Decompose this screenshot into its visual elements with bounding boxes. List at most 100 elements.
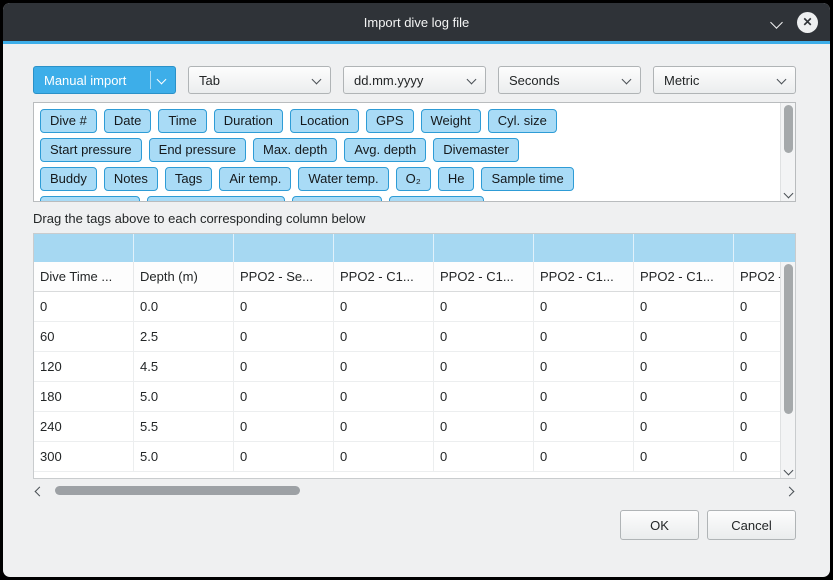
chevron-down-icon: [777, 75, 787, 85]
drop-target-cell[interactable]: [634, 234, 734, 262]
tag-panel-scrollbar[interactable]: [780, 103, 795, 201]
drag-tag[interactable]: Time: [158, 109, 206, 133]
drag-tag[interactable]: Divemaster: [433, 138, 519, 162]
table-cell: 180: [34, 382, 134, 411]
drag-tag[interactable]: Sample pO₂: [292, 196, 382, 202]
drag-tag[interactable]: Tags: [165, 167, 212, 191]
table-cell: 0: [334, 322, 434, 351]
drag-tag[interactable]: Sample CNS: [389, 196, 484, 202]
table-cell: 0: [334, 292, 434, 321]
scroll-left-icon[interactable]: [35, 487, 45, 497]
column-header: PPO2 - C1...: [634, 262, 734, 291]
import-options-row: Manual import Tab dd.mm.yyyy Seconds Met…: [33, 66, 796, 94]
field-separator-combobox[interactable]: Tab: [188, 66, 331, 94]
drop-target-cell[interactable]: [534, 234, 634, 262]
table-row[interactable]: 602.5000000: [34, 322, 795, 352]
instruction-label: Drag the tags above to each correspondin…: [33, 211, 796, 226]
cancel-button[interactable]: Cancel: [707, 510, 796, 540]
table-vertical-scrollbar[interactable]: [780, 262, 795, 478]
drag-tag[interactable]: Air temp.: [219, 167, 291, 191]
table-cell: 0: [434, 322, 534, 351]
drag-tag[interactable]: Weight: [421, 109, 481, 133]
drop-target-cell[interactable]: [134, 234, 234, 262]
table-row[interactable]: 1805.0000000: [34, 382, 795, 412]
table-cell: 0: [534, 322, 634, 351]
drag-tag[interactable]: He: [438, 167, 475, 191]
drop-target-cell[interactable]: [34, 234, 134, 262]
drag-tag[interactable]: Date: [104, 109, 151, 133]
close-button[interactable]: ✕: [797, 12, 818, 33]
table-row[interactable]: 2405.5000000: [34, 412, 795, 442]
table-cell: 120: [34, 352, 134, 381]
table-cell: 0: [234, 382, 334, 411]
date-format-combobox[interactable]: dd.mm.yyyy: [343, 66, 486, 94]
scrollbar-thumb[interactable]: [784, 264, 793, 414]
drag-tag[interactable]: Duration: [214, 109, 283, 133]
import-dive-log-dialog: Import dive log file ✕ Manual import Tab…: [3, 3, 830, 577]
duration-format-combobox[interactable]: Seconds: [498, 66, 641, 94]
drag-tag[interactable]: Max. depth: [253, 138, 337, 162]
table-cell: 5.0: [134, 442, 234, 471]
titlebar[interactable]: Import dive log file ✕: [3, 3, 830, 41]
table-header-row: Dive Time ...Depth (m)PPO2 - Se...PPO2 -…: [34, 262, 795, 292]
units-combobox[interactable]: Metric: [653, 66, 796, 94]
table-cell: 0: [534, 382, 634, 411]
chevron-down-icon: [312, 75, 322, 85]
ok-button[interactable]: OK: [620, 510, 699, 540]
combo-value: dd.mm.yyyy: [354, 73, 423, 88]
table-row[interactable]: 1204.5000000: [34, 352, 795, 382]
drag-tag[interactable]: Buddy: [40, 167, 97, 191]
combo-value: Tab: [199, 73, 220, 88]
drag-tag[interactable]: Notes: [104, 167, 158, 191]
combo-value: Metric: [664, 73, 699, 88]
drag-tag[interactable]: Sample time: [481, 167, 573, 191]
button-row: OK Cancel: [33, 510, 796, 540]
table-row[interactable]: 3005.0000000: [34, 442, 795, 472]
drag-tag[interactable]: Dive #: [40, 109, 97, 133]
combo-value: Manual import: [44, 73, 126, 88]
drop-target-cell[interactable]: [234, 234, 334, 262]
drop-target-row: [34, 234, 795, 262]
drag-tag[interactable]: Start pressure: [40, 138, 142, 162]
table-body: 00.0000000602.50000001204.50000001805.00…: [34, 292, 795, 472]
drop-target-cell[interactable]: [334, 234, 434, 262]
table-cell: 5.5: [134, 412, 234, 441]
drag-tag[interactable]: GPS: [366, 109, 413, 133]
drag-tag[interactable]: Sample temperature: [147, 196, 285, 202]
chevron-down-icon: [467, 75, 477, 85]
scrollbar-thumb[interactable]: [55, 486, 300, 495]
close-icon: ✕: [802, 15, 812, 29]
scrollbar-thumb[interactable]: [784, 105, 793, 153]
table-cell: 240: [34, 412, 134, 441]
chevron-down-icon: [622, 75, 632, 85]
drag-tag[interactable]: Water temp.: [298, 167, 388, 191]
drag-tag[interactable]: Location: [290, 109, 359, 133]
drag-tag[interactable]: Cyl. size: [488, 109, 557, 133]
titlebar-menu-button[interactable]: [772, 15, 781, 30]
scroll-right-icon[interactable]: [785, 487, 795, 497]
horizontal-scrollbar[interactable]: [33, 484, 796, 498]
table-cell: 0: [234, 352, 334, 381]
drop-target-cell[interactable]: [734, 234, 796, 262]
combo-value: Seconds: [509, 73, 560, 88]
tag-row: Sample depth Sample temperature Sample pO₂…: [40, 196, 773, 202]
table-row[interactable]: 00.0000000: [34, 292, 795, 322]
table-cell: 0: [234, 292, 334, 321]
drag-tag[interactable]: O₂: [396, 167, 431, 191]
scroll-down-icon[interactable]: [783, 466, 793, 476]
preview-table: Dive Time ...Depth (m)PPO2 - Se...PPO2 -…: [33, 233, 796, 479]
table-cell: 5.0: [134, 382, 234, 411]
table-cell: 300: [34, 442, 134, 471]
column-header: PPO2 - C1...: [534, 262, 634, 291]
table-cell: 0: [534, 412, 634, 441]
scroll-down-icon[interactable]: [783, 189, 793, 199]
table-cell: 0: [634, 292, 734, 321]
table-cell: 2.5: [134, 322, 234, 351]
import-mode-combobox[interactable]: Manual import: [33, 66, 176, 94]
drag-tag[interactable]: End pressure: [149, 138, 246, 162]
table-cell: 0: [434, 382, 534, 411]
drag-tag[interactable]: Avg. depth: [344, 138, 426, 162]
drop-target-cell[interactable]: [434, 234, 534, 262]
drag-tag[interactable]: Sample depth: [40, 196, 140, 202]
table-cell: 0: [434, 442, 534, 471]
